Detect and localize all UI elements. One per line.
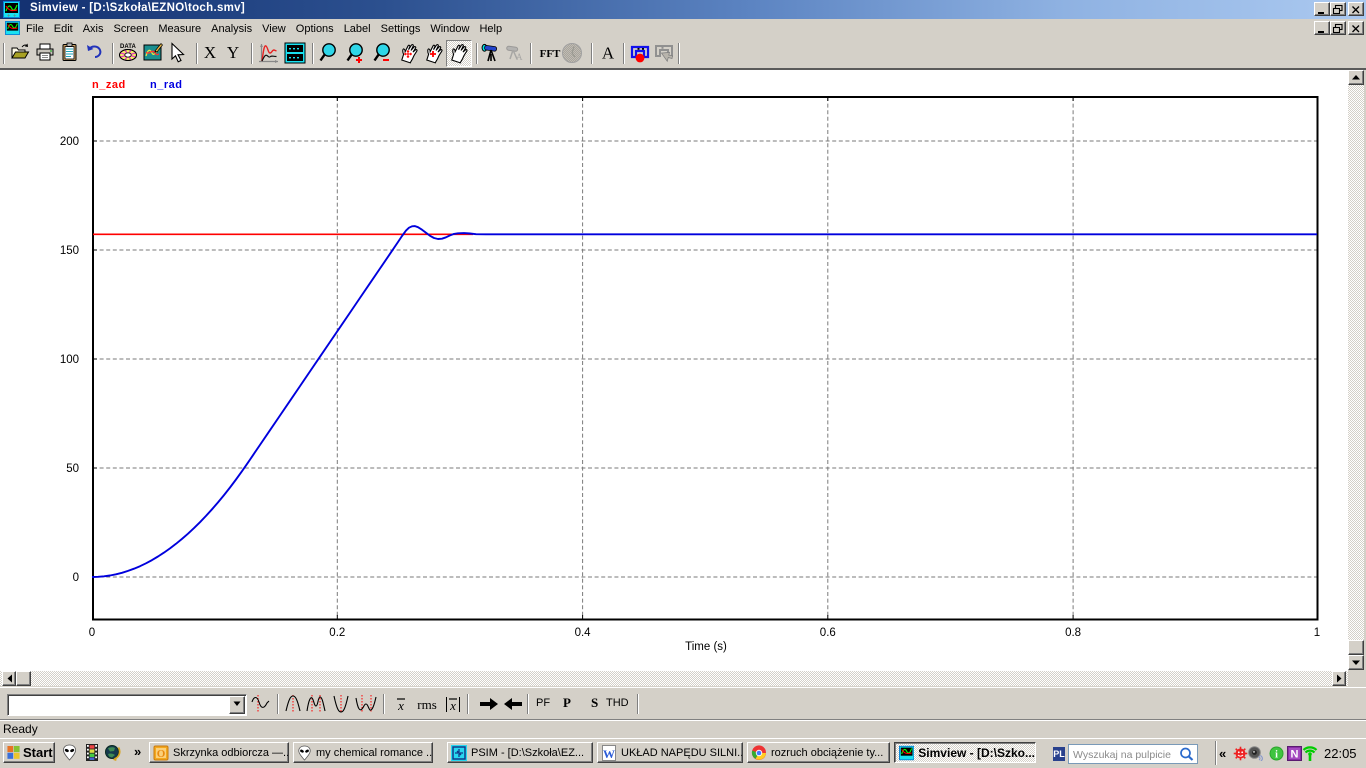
svg-text:A: A	[602, 44, 615, 63]
svg-text:rms: rms	[417, 697, 437, 712]
svg-text:Y: Y	[227, 43, 239, 62]
svg-text:0: 0	[89, 627, 95, 639]
svg-text:x: x	[397, 698, 404, 713]
svg-text:+: +	[7, 14, 11, 19]
svg-text:+: +	[13, 14, 17, 19]
svg-text:n_zad: n_zad	[92, 79, 126, 91]
svg-text:A: A	[516, 52, 523, 62]
svg-text:Time (s): Time (s)	[685, 641, 727, 653]
svg-text:0.6: 0.6	[820, 627, 836, 639]
svg-text:O: O	[157, 748, 166, 760]
svg-text:0.4: 0.4	[575, 627, 592, 639]
svg-text:0.8: 0.8	[1065, 627, 1081, 639]
svg-text:150: 150	[60, 245, 79, 257]
svg-text:i: i	[1275, 750, 1278, 761]
svg-text:N: N	[1291, 749, 1299, 761]
svg-text:0: 0	[73, 572, 79, 584]
svg-text:FFT: FFT	[540, 48, 561, 60]
svg-text:0.2: 0.2	[329, 627, 345, 639]
svg-text:50: 50	[66, 463, 79, 475]
svg-text:n_rad: n_rad	[150, 79, 182, 91]
svg-text:100: 100	[60, 354, 79, 366]
svg-text:W: W	[603, 747, 615, 761]
svg-text:X: X	[204, 43, 216, 62]
svg-text:1: 1	[1314, 627, 1320, 639]
svg-text:200: 200	[60, 136, 79, 148]
svg-text:x: x	[449, 698, 456, 713]
